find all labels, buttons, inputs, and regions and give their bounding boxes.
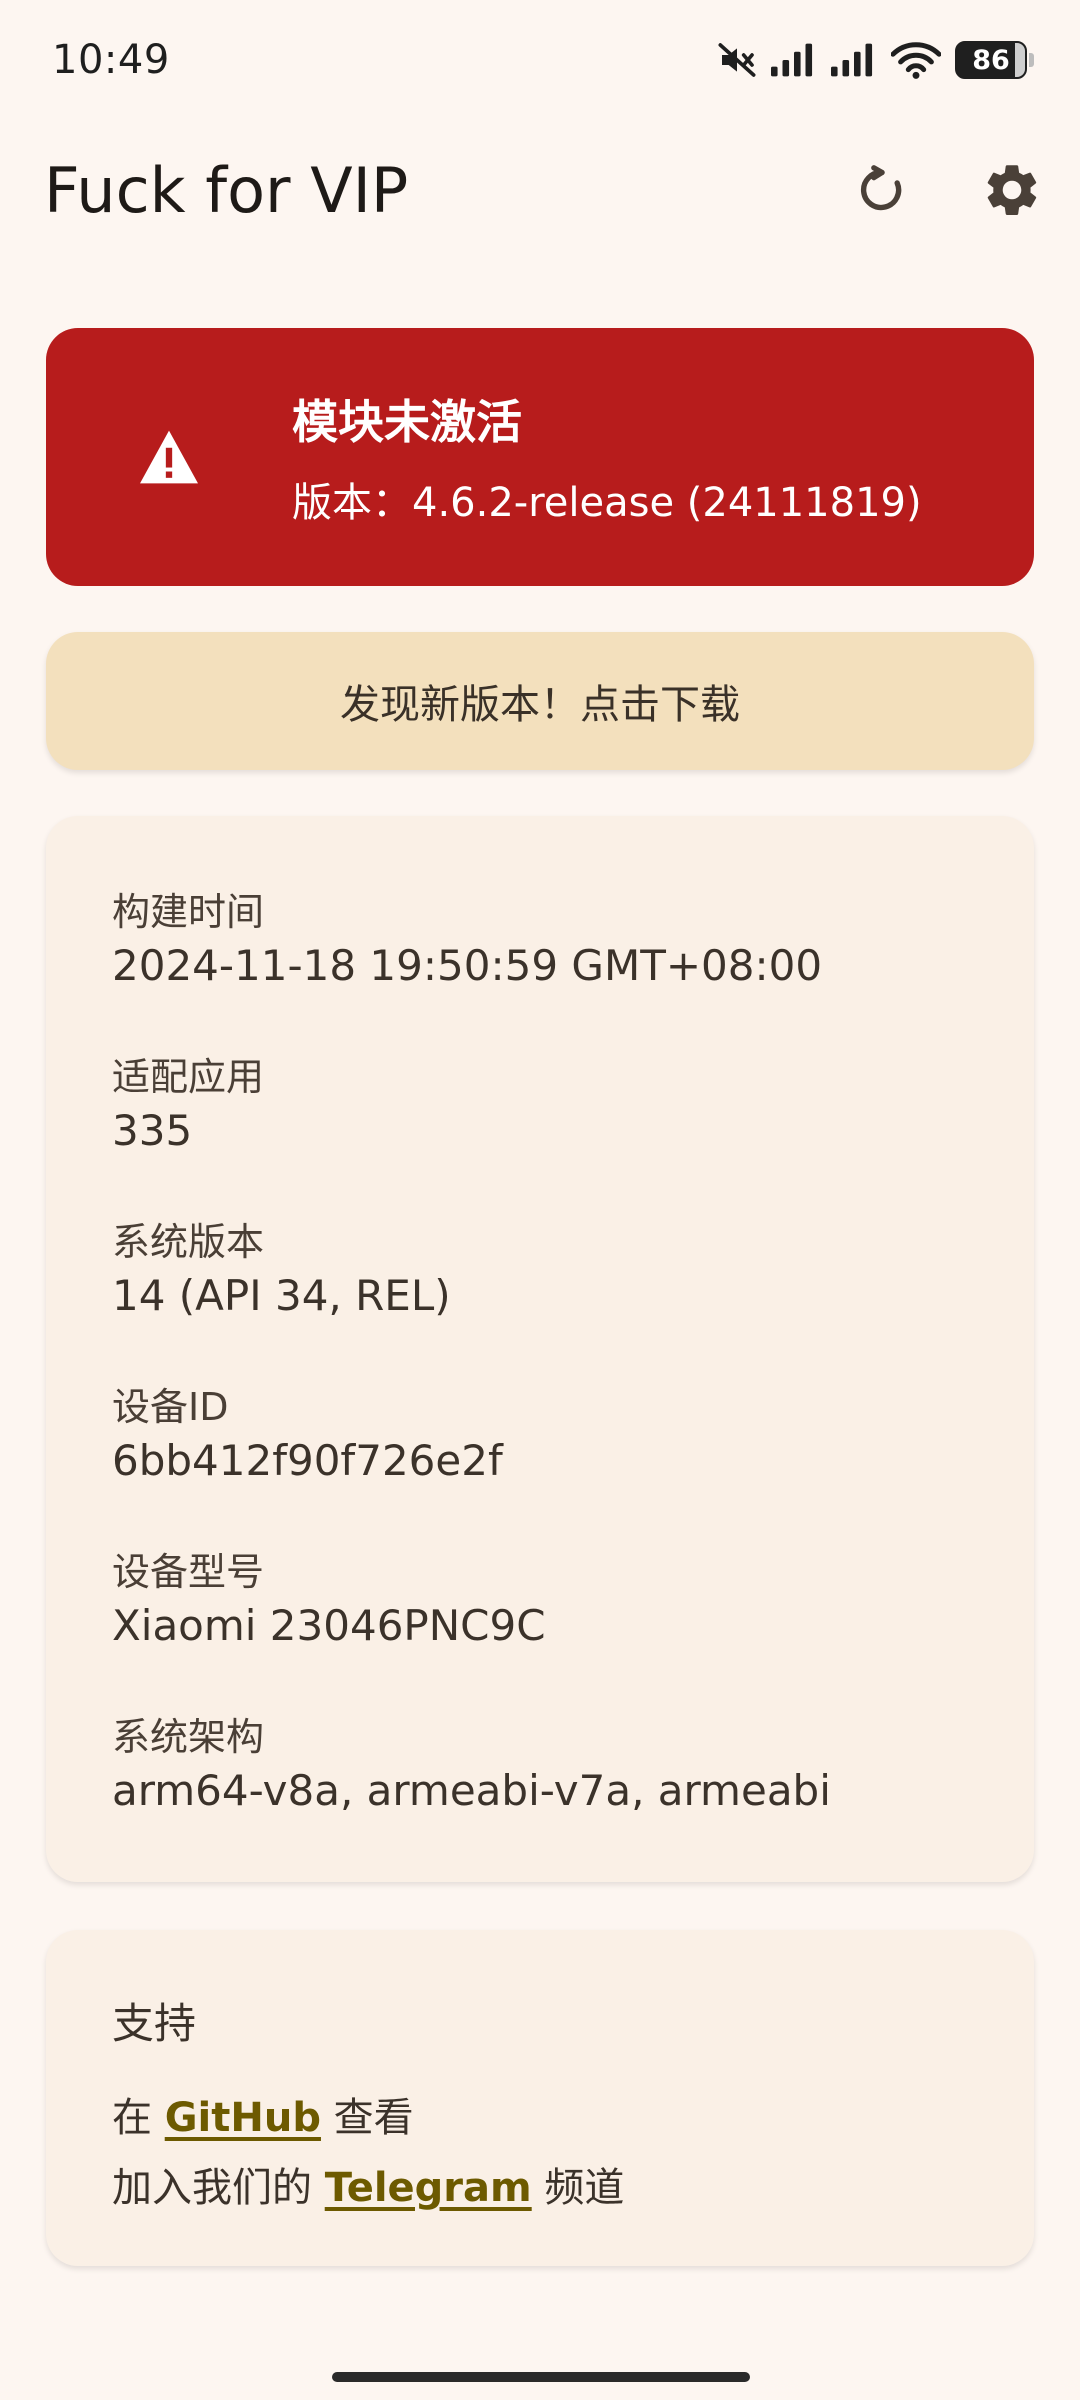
warning-icon (114, 428, 224, 486)
info-label: 设备型号 (112, 1550, 265, 1594)
info-build-time: 构建时间 2024-11-18 19:50:59 GMT+08:00 (112, 886, 968, 1051)
info-device-model: 设备型号 Xiaomi 23046PNC9C (112, 1546, 968, 1711)
app-screen: 10:49 86 Fuck for VIP 模块未激活 版本：4.6.2-rel… (0, 0, 1080, 2400)
module-version: 版本：4.6.2-release (24111819) (292, 480, 922, 526)
info-label: 系统架构 (112, 1715, 265, 1759)
app-bar: Fuck for VIP (0, 130, 1080, 250)
github-suffix: 查看 (320, 2095, 414, 2141)
support-telegram-line: 加入我们的 Telegram 频道 (112, 2153, 968, 2223)
info-label: 系统版本 (112, 1220, 265, 1264)
status-icons: 86 (717, 40, 1034, 80)
info-system-version: 系统版本 14 (API 34, REL) (112, 1216, 968, 1381)
info-value: 6bb412f90f726e2f (112, 1436, 503, 1485)
github-prefix: 在 (112, 2095, 165, 2141)
telegram-prefix: 加入我们的 (112, 2165, 325, 2211)
info-value: 2024-11-18 19:50:59 GMT+08:00 (112, 941, 823, 990)
info-value: 335 (112, 1106, 193, 1155)
telegram-link[interactable]: Telegram (325, 2165, 532, 2211)
update-download-button[interactable]: 发现新版本！点击下载 (46, 632, 1034, 770)
telegram-suffix: 频道 (531, 2165, 625, 2211)
settings-icon (987, 165, 1037, 216)
wifi-icon (891, 42, 941, 79)
status-time: 10:49 (52, 37, 170, 83)
info-device-id: 设备ID 6bb412f90f726e2f (112, 1381, 968, 1546)
info-supported-apps: 适配应用 335 (112, 1051, 968, 1216)
module-status-card[interactable]: 模块未激活 版本：4.6.2-release (24111819) (46, 328, 1034, 586)
app-title: Fuck for VIP (44, 153, 409, 227)
update-label: 发现新版本！点击下载 (340, 682, 740, 728)
status-bar: 10:49 86 (0, 0, 1080, 120)
info-value: Xiaomi 23046PNC9C (112, 1601, 546, 1650)
support-github-line: 在 GitHub 查看 (112, 2083, 968, 2153)
info-value: 14 (API 34, REL) (112, 1271, 451, 1320)
mute-icon (718, 43, 756, 77)
info-system-arch: 系统架构 arm64-v8a, armeabi-v7a, armeabi (112, 1711, 968, 1876)
info-label: 适配应用 (112, 1055, 265, 1099)
refresh-button[interactable] (842, 150, 922, 230)
github-link[interactable]: GitHub (165, 2095, 321, 2141)
info-label: 设备ID (112, 1385, 229, 1429)
support-card: 支持 在 GitHub 查看 加入我们的 Telegram 频道 (46, 1930, 1034, 2266)
battery-icon: 86 (955, 41, 1034, 79)
signal-icon (771, 43, 813, 77)
app-actions (842, 150, 1052, 230)
support-title: 支持 (112, 1999, 197, 2048)
home-indicator[interactable] (332, 2372, 750, 2382)
module-status-title: 模块未激活 (292, 395, 522, 449)
info-card: 构建时间 2024-11-18 19:50:59 GMT+08:00 适配应用 … (46, 816, 1034, 1882)
settings-button[interactable] (972, 150, 1052, 230)
info-value: arm64-v8a, armeabi-v7a, armeabi (112, 1766, 831, 1815)
signal-icon (831, 43, 873, 77)
battery-level: 86 (972, 44, 1010, 76)
refresh-icon (860, 165, 902, 211)
module-status-text: 模块未激活 版本：4.6.2-release (24111819) (292, 386, 922, 528)
info-label: 构建时间 (112, 890, 265, 934)
